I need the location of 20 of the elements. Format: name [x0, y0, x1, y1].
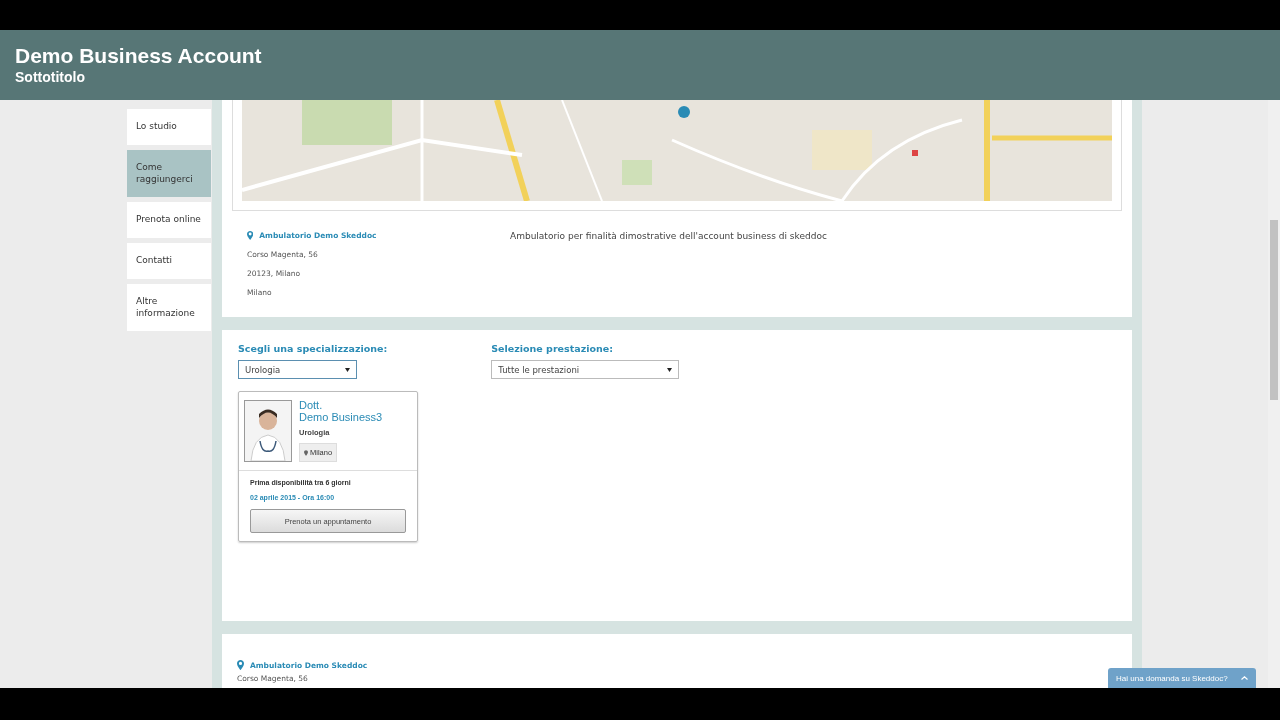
map-pin-icon [237, 660, 244, 670]
sidebar-item[interactable]: Prenota online [127, 202, 211, 238]
filter-label: Scegli una specializzazione: [238, 343, 388, 354]
account-title: Demo Business Account [15, 44, 263, 68]
clinic-description: Ambulatorio per finalità dimostrative dell'account business di skeddoc [510, 231, 827, 243]
sidebar-item[interactable]: Contatti [127, 243, 211, 279]
account-subtitle: Sottotitolo [15, 69, 86, 85]
filter-label: Selezione prestazione: [491, 343, 614, 354]
sidebar-item[interactable]: Come raggiungerci [127, 150, 211, 197]
map-pin-icon [304, 449, 308, 456]
select-field[interactable]: Tutte le prestazioni [491, 360, 680, 379]
caret-icon [667, 367, 673, 372]
caret-icon [345, 367, 350, 372]
sidebar-item[interactable]: Lo studio [127, 109, 211, 145]
scrollbar[interactable] [1268, 100, 1280, 688]
map-pin-icon [247, 231, 254, 240]
select-field[interactable]: Urologia [238, 360, 357, 379]
doctor-name[interactable]: Dott. Demo Business3 [299, 400, 383, 423]
sidebar-item[interactable]: Altre informazione [127, 284, 211, 331]
chevron-icon [1241, 676, 1248, 680]
